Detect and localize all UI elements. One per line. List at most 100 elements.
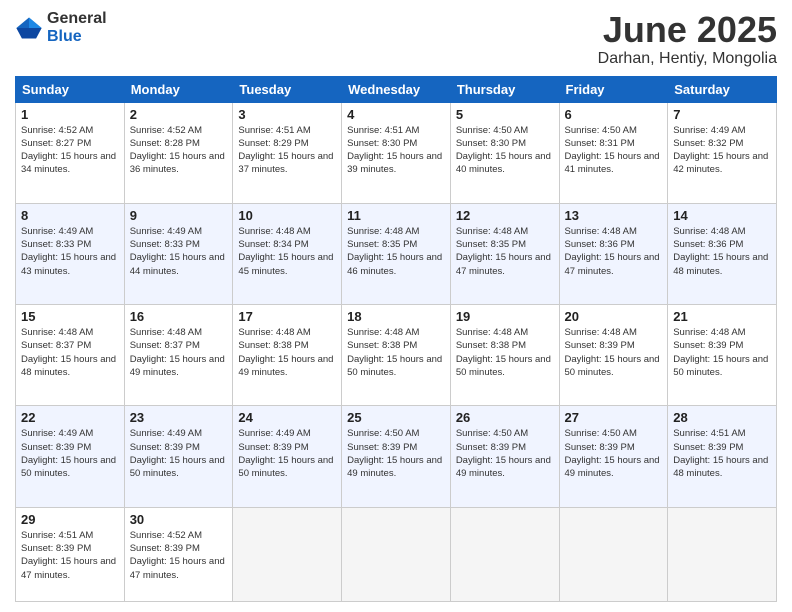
day-info: Sunrise: 4:48 AMSunset: 8:38 PMDaylight:… — [456, 326, 554, 379]
day-number: 17 — [238, 309, 336, 324]
day-number: 22 — [21, 410, 119, 425]
calendar-cell: 15Sunrise: 4:48 AMSunset: 8:37 PMDayligh… — [16, 305, 125, 406]
day-number: 19 — [456, 309, 554, 324]
title-section: June 2025 Darhan, Hentiy, Mongolia — [598, 10, 777, 68]
day-info: Sunrise: 4:48 AMSunset: 8:38 PMDaylight:… — [238, 326, 336, 379]
calendar-cell: 16 Sunrise: 4:48 AMSunset: 8:37 PMDayligh… — [124, 305, 233, 406]
calendar-cell — [233, 507, 342, 601]
calendar-cell: 3 Sunrise: 4:51 AMSunset: 8:29 PMDaylight… — [233, 102, 342, 203]
day-info: Sunrise: 4:50 AMSunset: 8:39 PMDaylight:… — [347, 427, 445, 480]
calendar-cell: 10 Sunrise: 4:48 AMSunset: 8:34 PMDayligh… — [233, 203, 342, 304]
day-number: 3 — [238, 107, 336, 122]
day-info: Sunrise: 4:51 AMSunset: 8:39 PMDaylight:… — [673, 427, 771, 480]
logo-general: General — [47, 10, 107, 28]
calendar-cell — [450, 507, 559, 601]
day-info: Sunrise: 4:48 AMSunset: 8:36 PMDaylight:… — [565, 225, 663, 278]
day-number: 6 — [565, 107, 663, 122]
calendar-week-row: 22 Sunrise: 4:49 AMSunset: 8:39 PMDayligh… — [16, 406, 777, 507]
header-cell: Monday — [124, 76, 233, 102]
header-cell: Thursday — [450, 76, 559, 102]
calendar-week-row: 29 Sunrise: 4:51 AMSunset: 8:39 PMDayligh… — [16, 507, 777, 601]
day-number: 4 — [347, 107, 445, 122]
day-info: Sunrise: 4:52 AMSunset: 8:39 PMDaylight:… — [130, 529, 228, 582]
calendar-cell: 1Sunrise: 4:52 AMSunset: 8:27 PMDaylight… — [16, 102, 125, 203]
day-info: Sunrise: 4:49 AMSunset: 8:39 PMDaylight:… — [130, 427, 228, 480]
day-number: 27 — [565, 410, 663, 425]
calendar-cell: 23 Sunrise: 4:49 AMSunset: 8:39 PMDayligh… — [124, 406, 233, 507]
calendar-week-row: 15Sunrise: 4:48 AMSunset: 8:37 PMDayligh… — [16, 305, 777, 406]
day-info: Sunrise: 4:50 AMSunset: 8:30 PMDaylight:… — [456, 124, 554, 177]
calendar-cell: 25 Sunrise: 4:50 AMSunset: 8:39 PMDayligh… — [342, 406, 451, 507]
calendar-cell: 29 Sunrise: 4:51 AMSunset: 8:39 PMDayligh… — [16, 507, 125, 601]
calendar-week-row: 1Sunrise: 4:52 AMSunset: 8:27 PMDaylight… — [16, 102, 777, 203]
logo-blue: Blue — [47, 28, 107, 46]
header: General Blue June 2025 Darhan, Hentiy, M… — [15, 10, 777, 68]
day-info: Sunrise: 4:49 AMSunset: 8:33 PMDaylight:… — [130, 225, 228, 278]
calendar-cell: 8Sunrise: 4:49 AMSunset: 8:33 PMDaylight… — [16, 203, 125, 304]
logo: General Blue — [15, 10, 107, 45]
header-cell: Friday — [559, 76, 668, 102]
day-number: 9 — [130, 208, 228, 223]
day-number: 5 — [456, 107, 554, 122]
day-number: 29 — [21, 512, 119, 527]
day-info: Sunrise: 4:50 AMSunset: 8:31 PMDaylight:… — [565, 124, 663, 177]
page: General Blue June 2025 Darhan, Hentiy, M… — [0, 0, 792, 612]
header-cell: Tuesday — [233, 76, 342, 102]
day-info: Sunrise: 4:48 AMSunset: 8:39 PMDaylight:… — [565, 326, 663, 379]
day-number: 8 — [21, 208, 119, 223]
day-number: 20 — [565, 309, 663, 324]
calendar-cell: 22Sunrise: 4:49 AMSunset: 8:39 PMDayligh… — [16, 406, 125, 507]
day-number: 26 — [456, 410, 554, 425]
header-cell: Wednesday — [342, 76, 451, 102]
calendar-week-row: 8 Sunrise: 4:49 AMSunset: 8:33 PMDaylight… — [16, 203, 777, 304]
calendar-cell: 20 Sunrise: 4:48 AMSunset: 8:39 PMDayligh… — [559, 305, 668, 406]
calendar-cell — [559, 507, 668, 601]
calendar-cell: 7Sunrise: 4:49 AMSunset: 8:32 PMDaylight… — [668, 102, 777, 203]
day-number: 23 — [130, 410, 228, 425]
calendar-cell: 21 Sunrise: 4:48 AMSunset: 8:39 PMDayligh… — [668, 305, 777, 406]
day-info: Sunrise: 4:51 AMSunset: 8:30 PMDaylight:… — [347, 124, 445, 177]
calendar-cell: 13 Sunrise: 4:48 AMSunset: 8:36 PMDayligh… — [559, 203, 668, 304]
day-number: 28 — [673, 410, 771, 425]
day-number: 18 — [347, 309, 445, 324]
calendar-cell: 9 Sunrise: 4:49 AMSunset: 8:33 PMDaylight… — [124, 203, 233, 304]
subtitle: Darhan, Hentiy, Mongolia — [598, 50, 777, 68]
day-number: 11 — [347, 208, 445, 223]
calendar-cell: 18 Sunrise: 4:48 AMSunset: 8:38 PMDayligh… — [342, 305, 451, 406]
day-info: Sunrise: 4:48 AMSunset: 8:37 PMDaylight:… — [130, 326, 228, 379]
day-info: Sunrise: 4:48 AMSunset: 8:39 PMDaylight:… — [673, 326, 771, 379]
calendar-cell: 19 Sunrise: 4:48 AMSunset: 8:38 PMDayligh… — [450, 305, 559, 406]
header-cell: Saturday — [668, 76, 777, 102]
calendar-cell: 14Sunrise: 4:48 AMSunset: 8:36 PMDayligh… — [668, 203, 777, 304]
day-number: 13 — [565, 208, 663, 223]
day-info: Sunrise: 4:48 AMSunset: 8:38 PMDaylight:… — [347, 326, 445, 379]
day-info: Sunrise: 4:48 AMSunset: 8:35 PMDaylight:… — [347, 225, 445, 278]
day-info: Sunrise: 4:50 AMSunset: 8:39 PMDaylight:… — [565, 427, 663, 480]
calendar-cell: 28 Sunrise: 4:51 AMSunset: 8:39 PMDayligh… — [668, 406, 777, 507]
day-number: 1 — [21, 107, 119, 122]
calendar-cell: 11 Sunrise: 4:48 AMSunset: 8:35 PMDayligh… — [342, 203, 451, 304]
day-number: 16 — [130, 309, 228, 324]
day-number: 24 — [238, 410, 336, 425]
day-info: Sunrise: 4:51 AMSunset: 8:29 PMDaylight:… — [238, 124, 336, 177]
calendar-cell: 26Sunrise: 4:50 AMSunset: 8:39 PMDayligh… — [450, 406, 559, 507]
calendar-cell: 4 Sunrise: 4:51 AMSunset: 8:30 PMDaylight… — [342, 102, 451, 203]
calendar-cell: 5 Sunrise: 4:50 AMSunset: 8:30 PMDaylight… — [450, 102, 559, 203]
calendar-cell: 30 Sunrise: 4:52 AMSunset: 8:39 PMDayligh… — [124, 507, 233, 601]
day-number: 25 — [347, 410, 445, 425]
day-number: 10 — [238, 208, 336, 223]
calendar-cell: 12Sunrise: 4:48 AMSunset: 8:35 PMDayligh… — [450, 203, 559, 304]
calendar-cell: 17 Sunrise: 4:48 AMSunset: 8:38 PMDayligh… — [233, 305, 342, 406]
logo-text: General Blue — [47, 10, 107, 45]
day-number: 30 — [130, 512, 228, 527]
day-number: 12 — [456, 208, 554, 223]
day-info: Sunrise: 4:51 AMSunset: 8:39 PMDaylight:… — [21, 529, 119, 582]
day-info: Sunrise: 4:49 AMSunset: 8:39 PMDaylight:… — [238, 427, 336, 480]
day-info: Sunrise: 4:49 AMSunset: 8:32 PMDaylight:… — [673, 124, 771, 177]
header-row: SundayMondayTuesdayWednesdayThursdayFrid… — [16, 76, 777, 102]
calendar-cell: 24 Sunrise: 4:49 AMSunset: 8:39 PMDayligh… — [233, 406, 342, 507]
main-title: June 2025 — [598, 10, 777, 50]
calendar-cell — [668, 507, 777, 601]
day-info: Sunrise: 4:48 AMSunset: 8:34 PMDaylight:… — [238, 225, 336, 278]
day-number: 21 — [673, 309, 771, 324]
